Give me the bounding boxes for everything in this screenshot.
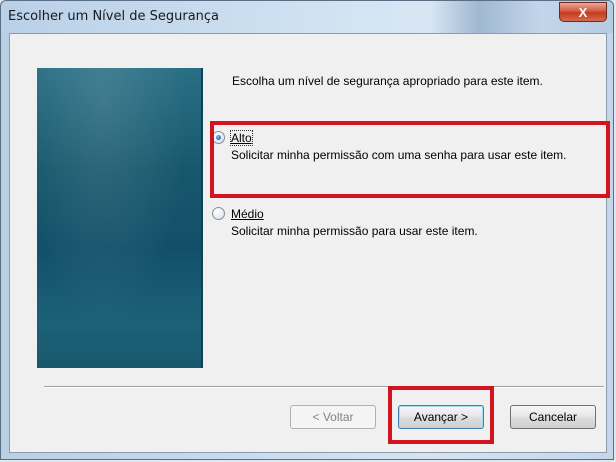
back-button[interactable]: < Voltar: [290, 405, 376, 429]
radio-alto[interactable]: [212, 131, 225, 144]
option-alto-label[interactable]: Alto: [230, 130, 253, 146]
security-side-banner: [37, 68, 203, 368]
dialog-body: Escolha um nível de segurança apropriado…: [9, 33, 610, 453]
next-button[interactable]: Avançar >: [398, 405, 484, 429]
title-bar[interactable]: Escolher um Nível de Segurança X: [1, 1, 613, 33]
close-icon: X: [578, 5, 588, 20]
radio-medio[interactable]: [212, 207, 225, 220]
cancel-button[interactable]: Cancelar: [510, 405, 596, 429]
option-alto-description: Solicitar minha permissão com uma senha …: [231, 148, 567, 162]
option-medio-label[interactable]: Médio: [231, 207, 264, 221]
dialog-title: Escolher um Nível de Segurança: [8, 9, 220, 24]
option-medio-description: Solicitar minha permissão para usar este…: [231, 224, 478, 238]
button-separator: [44, 386, 604, 388]
instruction-text: Escolha um nível de segurança apropriado…: [232, 74, 543, 88]
dialog-window: Escolher um Nível de Segurança X Escolha…: [0, 0, 614, 460]
close-button[interactable]: X: [559, 2, 607, 22]
